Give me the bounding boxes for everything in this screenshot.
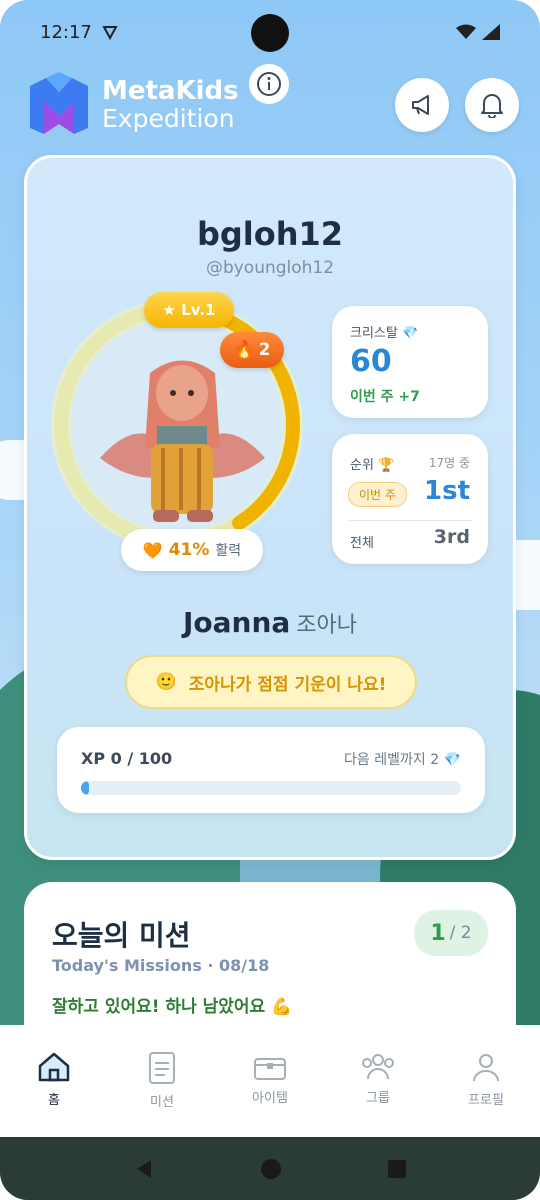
streak-badge: 🔥 2 [220,332,284,368]
missions-subtitle: Today's Missions · 08/18 [52,956,270,975]
nav-missions[interactable]: 미션 [108,1025,216,1137]
character-name-en: Joanna [182,606,291,639]
mood-text: 조아나가 점점 기운이 나요! [188,674,387,695]
week-pill: 이번 주 [348,482,407,507]
announcement-button[interactable] [395,78,449,132]
app-screen: 12:17 MetaKids Expedition bgloh12 @byoun… [0,0,540,1200]
mood-banner: 🙂 조아나가 점점 기운이 나요! [125,655,417,709]
missions-title: 오늘의 미션 [52,919,191,952]
missions-done: 1 [430,920,446,946]
vitality-pill: 🧡 41% 활력 [121,529,263,571]
divider [348,520,472,521]
crystal-value: 60 [350,344,392,379]
nav-items[interactable]: 아이템 [216,1025,324,1137]
missions-count-badge: 1/ 2 [414,910,488,956]
bottom-nav: 홈 미션 아이템 그룹 프로필 [0,1025,540,1137]
xp-label: XP 0 / 100 [81,749,173,768]
notification-button[interactable] [465,78,519,132]
chest-icon [254,1058,286,1080]
brand-title: MetaKids [102,76,239,106]
home-circle-icon[interactable] [260,1158,282,1180]
xp-progress-bar [81,781,461,795]
nav-profile[interactable]: 프로필 [432,1025,540,1137]
missions-message: 잘하고 있어요! 하나 남았어요 💪 [52,997,293,1017]
signal-icon [482,24,500,40]
week-rank: 1st [424,476,470,506]
crystal-weekly: 이번 주 +7 [350,389,420,405]
character-name-ko: 조아나 [296,613,358,638]
rank-label: 순위 🏆 [350,458,395,473]
nav-profile-label: 프로필 [468,1093,504,1108]
vitality-label: 활력 [215,543,242,559]
info-icon [257,72,281,96]
camera-cutout [251,14,289,52]
next-level-label: 다음 레벨까지 2 💎 [344,752,461,768]
nav-missions-label: 미션 [150,1095,174,1110]
nav-items-label: 아이템 [252,1091,288,1106]
bell-icon [481,94,503,118]
xp-progress-fill [81,781,89,795]
nav-group[interactable]: 그룹 [324,1025,432,1137]
all-label: 전체 [350,536,374,551]
mission-icon [149,1052,175,1084]
smile-icon: 🙂 [155,672,177,692]
recents-icon[interactable] [387,1159,407,1179]
back-icon[interactable] [133,1158,155,1180]
brand-subtitle: Expedition [102,104,235,133]
profile-icon [473,1054,499,1082]
wifi-icon [456,24,476,39]
user-handle: @byoungloh12 [205,258,335,278]
system-nav-bar [0,1137,540,1200]
megaphone-icon [412,95,429,115]
streak-count: 2 [258,340,271,360]
ranking-card[interactable]: 순위 🏆 17명 중 이번 주 1st 전체 3rd [332,434,488,564]
nav-group-label: 그룹 [366,1091,390,1106]
all-rank: 3rd [433,526,470,548]
crystal-label: 크리스탈 💎 [350,326,419,341]
character-name: Joanna 조아나 [27,606,513,639]
missions-total: / 2 [449,923,472,943]
rank-total: 17명 중 [428,456,470,470]
nav-home[interactable]: 홈 [0,1025,108,1137]
metakids-logo-icon [30,72,88,134]
profile-card: bgloh12 @byoungloh12 ★ Lv.1 🔥 2 🧡 41% 활력… [24,155,516,860]
username: bgloh12 [196,215,344,253]
vitality-percent: 41% [168,540,210,560]
xp-panel: XP 0 / 100 다음 레벨까지 2 💎 [57,727,485,813]
vpn-icon [102,26,118,40]
clock: 12:17 [40,21,92,43]
nav-home-label: 홈 [48,1093,60,1108]
level-badge: ★ Lv.1 [144,292,234,328]
info-button[interactable] [249,64,289,104]
home-icon [38,1052,70,1082]
app-logo: MetaKids Expedition [26,72,239,138]
heart-icon: 🧡 [142,540,163,560]
character-avatar [100,360,265,522]
fire-icon: 🔥 [233,340,255,360]
group-icon [362,1054,394,1080]
crystal-card[interactable]: 크리스탈 💎 60 이번 주 +7 [332,306,488,418]
